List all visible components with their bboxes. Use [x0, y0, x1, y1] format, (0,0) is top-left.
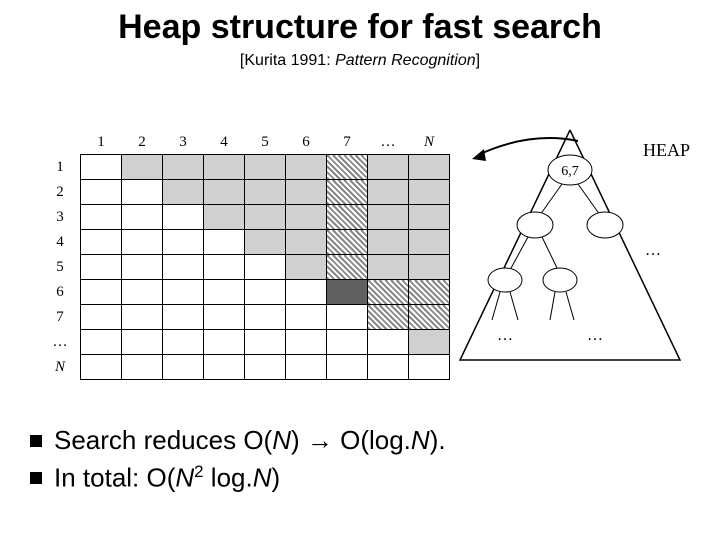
citation-suffix: ]	[476, 52, 480, 69]
col-hdr: 6	[286, 130, 327, 155]
row-hdr: 5	[40, 255, 81, 280]
heap-diagram: HEAP 6,7 … … …	[450, 115, 690, 375]
col-hdr: …	[368, 130, 409, 155]
row-hdr: N	[40, 355, 81, 380]
row-hdr: 7	[40, 305, 81, 330]
heap-ellipsis: …	[645, 242, 661, 259]
bullet-text: Search reduces O(N) → O(log.N).	[54, 425, 446, 456]
slide: Heap structure for fast search [Kurita 1…	[0, 0, 720, 540]
row-hdr: 4	[40, 230, 81, 255]
citation-prefix: [Kurita 1991:	[240, 52, 335, 69]
row-hdr: 3	[40, 205, 81, 230]
heap-ellipsis: …	[587, 327, 603, 344]
bullet-item: Search reduces O(N) → O(log.N).	[30, 425, 446, 456]
bullet-text: In total: O(N2 log.N)	[54, 462, 280, 494]
bullet-icon	[30, 472, 42, 484]
col-hdr: 2	[122, 130, 163, 155]
bullet-icon	[30, 435, 42, 447]
similarity-matrix: 1 2 3 4 5 6 7 … N 1 2 3 4 5 6 7	[40, 130, 450, 380]
slide-title: Heap structure for fast search	[0, 8, 720, 47]
col-hdr: 5	[245, 130, 286, 155]
row-hdr: 6	[40, 280, 81, 305]
bullet-item: In total: O(N2 log.N)	[30, 462, 446, 494]
citation-journal: Pattern Recognition	[335, 52, 476, 69]
row-hdr: 2	[40, 180, 81, 205]
heap-ellipsis: …	[497, 327, 513, 344]
col-hdr: N	[409, 130, 450, 155]
arrow-icon	[470, 135, 580, 165]
heap-root-label: 6,7	[561, 164, 579, 179]
heap-label: HEAP	[643, 140, 690, 161]
bullet-list: Search reduces O(N) → O(log.N). In total…	[30, 419, 446, 500]
row-hdr: 1	[40, 155, 81, 180]
citation: [Kurita 1991: Pattern Recognition]	[0, 52, 720, 70]
col-hdr: 4	[204, 130, 245, 155]
row-hdr: …	[40, 330, 81, 355]
col-hdr: 7	[327, 130, 368, 155]
matrix-table: 1 2 3 4 5 6 7 … N 1 2 3 4 5 6 7	[40, 130, 450, 380]
col-hdr: 3	[163, 130, 204, 155]
col-hdr: 1	[81, 130, 122, 155]
